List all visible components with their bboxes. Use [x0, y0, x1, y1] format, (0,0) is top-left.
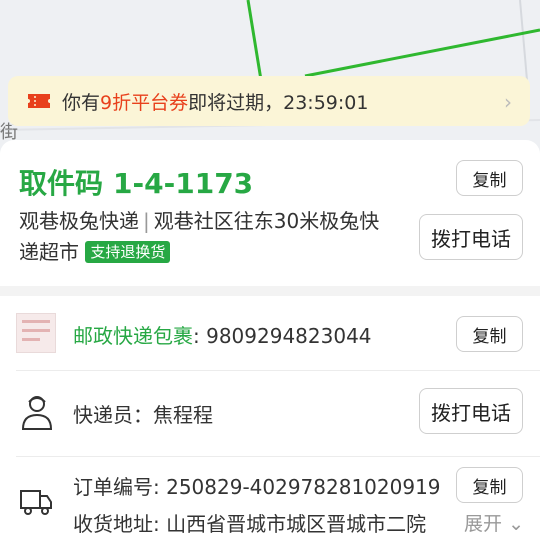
- package-label: 邮政快递包裹: 9809294823044: [73, 320, 372, 349]
- tracking-number: : 9809294823044: [193, 324, 372, 348]
- truck-icon: [20, 490, 52, 515]
- courier-icon: [21, 396, 53, 430]
- copy-order-button[interactable]: 复制: [456, 467, 523, 503]
- package-row: 邮政快递包裹: 9809294823044 复制: [0, 296, 540, 370]
- call-station-button[interactable]: 拨打电话: [419, 214, 523, 260]
- pickup-card: 取件码 1-4-1173 复制 观巷极兔快递 | 观巷社区往东30米极兔快递超市 支持…: [0, 140, 540, 286]
- coupon-text: 你有9折平台券即将过期，23:59:01: [62, 91, 369, 114]
- expand-label: 展开: [464, 513, 503, 535]
- courier-name: 快递员：焦程程: [73, 403, 213, 427]
- delivery-address: 收货地址: 山西省晋城市城区晋城市二院: [73, 512, 427, 536]
- address-separator: |: [143, 209, 150, 233]
- order-row: 订单编号: 250829-402978281020919 复制 收货地址: 山西…: [0, 457, 540, 547]
- chevron-down-icon: ⌄: [508, 513, 524, 535]
- copy-code-button[interactable]: 复制: [456, 160, 523, 196]
- courier-row: 快递员：焦程程 拨打电话: [0, 371, 540, 456]
- expand-button[interactable]: 展开 ⌄: [464, 509, 524, 536]
- pickup-code-label: 取件码: [19, 167, 104, 200]
- copy-tracking-button[interactable]: 复制: [456, 316, 523, 352]
- station-name: 观巷极兔快递: [19, 209, 139, 233]
- order-number: 订单编号: 250829-402978281020919: [73, 475, 441, 499]
- return-badge: 支持退换货: [85, 240, 171, 263]
- package-thumbnail: [16, 313, 56, 353]
- chevron-right-icon: ›: [504, 90, 512, 114]
- coupon-banner[interactable]: 你有9折平台券即将过期，23:59:01 ›: [8, 76, 530, 126]
- pickup-code: 取件码 1-4-1173: [19, 162, 263, 202]
- pickup-code-value: 1-4-1173: [113, 167, 254, 200]
- carrier-name: 邮政快递包裹: [73, 324, 193, 348]
- coupon-highlight: 9折平台券: [100, 91, 189, 114]
- ticket-icon: [28, 94, 50, 108]
- pickup-address: 观巷极兔快递 | 观巷社区往东30米极兔快递超市 支持退换货: [19, 206, 399, 268]
- package-card: 邮政快递包裹: 9809294823044 复制 快递员：焦程程 拨打电话 订单…: [0, 296, 540, 556]
- call-courier-button[interactable]: 拨打电话: [419, 388, 523, 434]
